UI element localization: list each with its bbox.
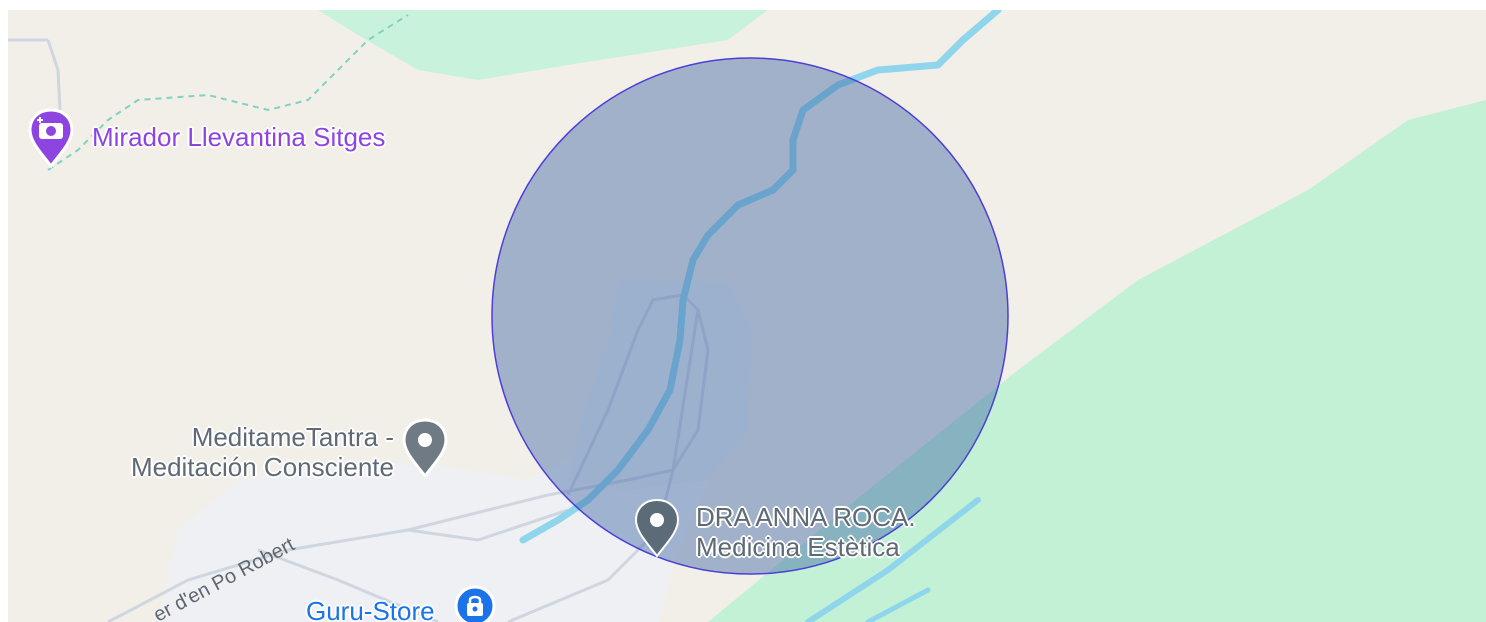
- shopping-bag-icon[interactable]: [452, 584, 498, 622]
- camera-icon[interactable]: [26, 108, 76, 170]
- poi-label-dra-anna-roca[interactable]: DRA ANNA ROCA. Medicina Estètica: [696, 502, 916, 562]
- poi-label-meditametantra[interactable]: MeditameTantra - Meditación Consciente: [131, 422, 394, 482]
- poi-name-line1: MeditameTantra -: [191, 422, 394, 452]
- poi-name: Mirador Llevantina Sitges: [92, 122, 386, 152]
- poi-label-guru-store[interactable]: Guru-Store: [306, 596, 435, 622]
- poi-name-line2: Meditación Consciente: [130, 452, 394, 482]
- map-canvas[interactable]: er d'en Po Robert Mirador Llevantina Sit…: [8, 10, 1486, 622]
- poi-name-line1: DRA ANNA ROCA.: [696, 502, 916, 532]
- poi-name: Guru-Store: [306, 596, 435, 622]
- poi-name-line2: Medicina Estètica: [696, 532, 900, 562]
- poi-label-mirador[interactable]: Mirador Llevantina Sitges: [92, 122, 385, 152]
- search-radius-circle[interactable]: [491, 57, 1009, 575]
- location-dot-icon[interactable]: [400, 418, 450, 480]
- location-dot-icon[interactable]: [632, 498, 682, 560]
